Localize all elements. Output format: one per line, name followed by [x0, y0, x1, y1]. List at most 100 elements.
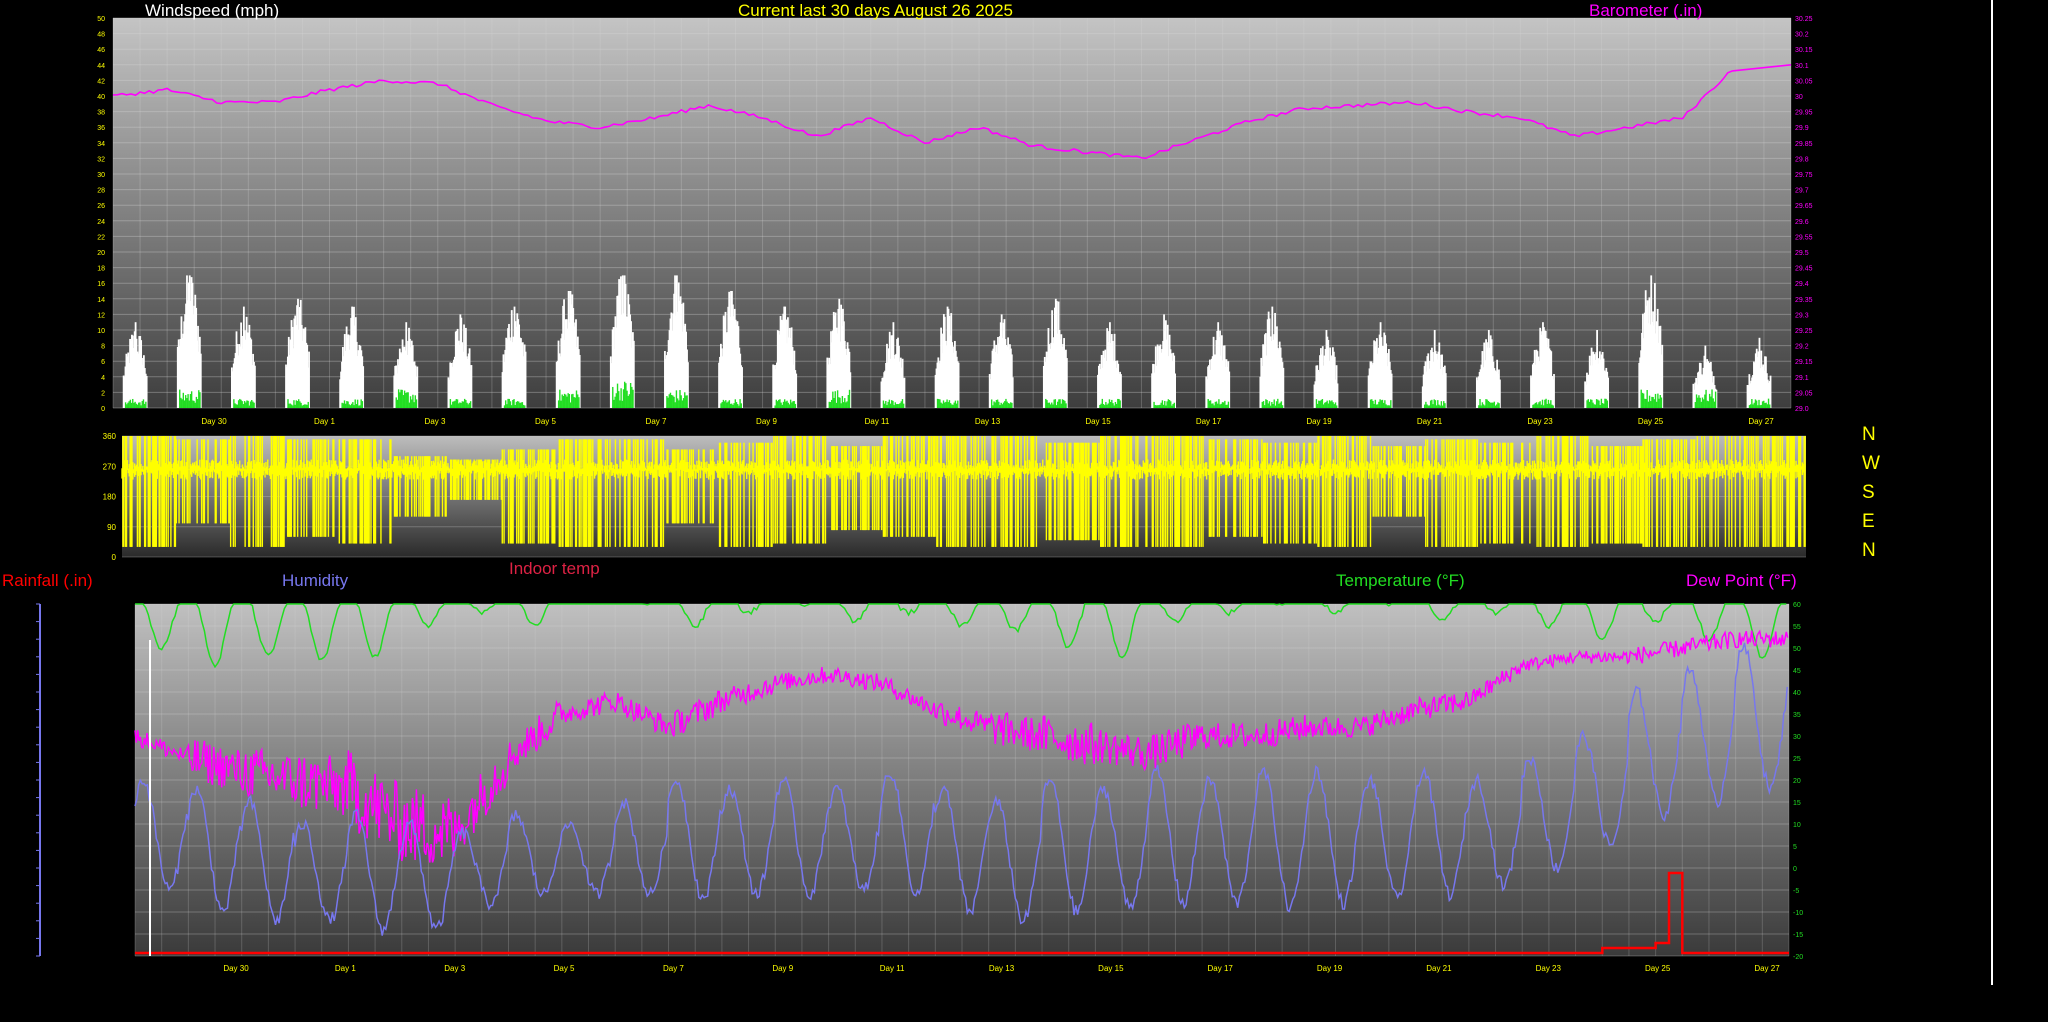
gust-bar [557, 400, 560, 408]
baro-y-tick: 29.5 [1795, 250, 1809, 257]
gust-bar [839, 397, 841, 408]
temp-x-label: Day 17 [1208, 964, 1234, 973]
gust-bar [135, 403, 138, 408]
gust-bar [239, 398, 241, 408]
gust-bar [401, 389, 403, 408]
gust-bar [955, 403, 958, 408]
wind-y-tick: 24 [97, 219, 105, 226]
wind-y-tick: 18 [97, 266, 105, 273]
gust-bar [456, 399, 459, 408]
chart-title: Current last 30 days August 26 2025 [738, 1, 1014, 20]
gust-bar [1753, 402, 1755, 408]
gust-bar [1441, 405, 1444, 408]
gust-bar [897, 404, 899, 408]
gust-bar [349, 405, 352, 408]
temp-x-label: Day 9 [772, 964, 793, 973]
gust-bar [455, 399, 458, 408]
gust-bar [1269, 405, 1272, 408]
gust-bar [776, 401, 779, 408]
gust-bar [1105, 401, 1107, 408]
gust-bar [1386, 405, 1388, 408]
gust-bar [946, 399, 948, 408]
dew-point-legend: Dew Point (°F) [1686, 571, 1797, 590]
baro-y-tick: 30.2 [1795, 32, 1809, 39]
temp-x-label: Day 21 [1426, 964, 1452, 973]
gust-bar [1010, 402, 1012, 408]
gust-bar [895, 404, 898, 408]
gust-bar [941, 403, 944, 408]
gust-bar [240, 399, 242, 408]
gust-bar [1495, 404, 1498, 408]
gust-bar [405, 392, 407, 408]
gust-bar [1432, 404, 1434, 408]
temp-x-label: Day 1 [335, 964, 356, 973]
wind-y-tick: 30 [97, 172, 105, 179]
gust-bar [1545, 398, 1547, 408]
gust-bar [1170, 401, 1172, 408]
gust-bar [889, 403, 892, 408]
gust-bar [614, 396, 616, 408]
gust-bar [1167, 399, 1170, 408]
gust-bar [1330, 401, 1332, 408]
gust-bar [1433, 399, 1435, 408]
gust-bar [669, 392, 672, 408]
gust-bar [838, 397, 840, 408]
gust-bar [1165, 405, 1167, 408]
gust-bar [615, 393, 618, 408]
gust-bar [361, 401, 364, 408]
gust-bar [305, 404, 307, 408]
gust-bar [233, 399, 235, 408]
gust-bar [782, 401, 785, 408]
direction-y-tick: 180 [103, 493, 117, 502]
gust-bar [1331, 400, 1333, 408]
gust-bar [1222, 402, 1225, 408]
gust-bar [623, 381, 626, 408]
direction-y-tick: 0 [112, 553, 117, 562]
gust-bar [668, 394, 670, 408]
gust-bar [397, 389, 400, 408]
gust-bar [1431, 399, 1433, 408]
gust-bar [628, 394, 631, 408]
gust-bar [953, 402, 955, 408]
gust-bar [1114, 401, 1117, 408]
gust-bar [1172, 403, 1174, 408]
gust-bar [1117, 398, 1119, 408]
gust-bar [1387, 405, 1390, 408]
barometer-axis-label: Barometer (.in) [1589, 1, 1703, 20]
gust-bar [1103, 405, 1106, 408]
baro-y-tick: 29.1 [1795, 375, 1809, 382]
gust-bar [1437, 400, 1439, 408]
gust-bar [844, 398, 846, 408]
gust-bar [1712, 398, 1714, 408]
gust-bar [1592, 402, 1594, 408]
temp-y-tick: 5 [1793, 844, 1797, 851]
gust-bar [402, 395, 405, 408]
gust-bar [1755, 400, 1758, 408]
gust-bar [1482, 404, 1485, 408]
gust-bar [612, 386, 614, 408]
gust-bar [193, 400, 195, 408]
gust-bar [1644, 398, 1646, 408]
windspeed-bar [1769, 375, 1772, 408]
direction-y-tick: 360 [103, 432, 117, 441]
gust-bar [1006, 401, 1008, 408]
gust-bar [505, 400, 507, 408]
gust-bar [1492, 402, 1494, 408]
gust-bar [728, 400, 731, 408]
gust-bar [1263, 405, 1266, 408]
baro-y-tick: 29.25 [1795, 328, 1813, 335]
windspeed-bar [254, 365, 256, 408]
gust-bar [1587, 399, 1589, 408]
gust-bar [1279, 402, 1281, 408]
gust-bar [507, 398, 509, 408]
gust-bar [673, 396, 675, 408]
temp-x-label: Day 30 [223, 964, 249, 973]
gust-bar [627, 395, 629, 408]
gust-bar [1710, 396, 1712, 408]
gust-bar [893, 405, 895, 408]
gust-bar [522, 404, 525, 408]
gust-bar [1154, 405, 1156, 408]
gust-bar [571, 394, 573, 408]
wind-y-tick: 4 [101, 375, 105, 382]
gust-bar [957, 400, 959, 408]
